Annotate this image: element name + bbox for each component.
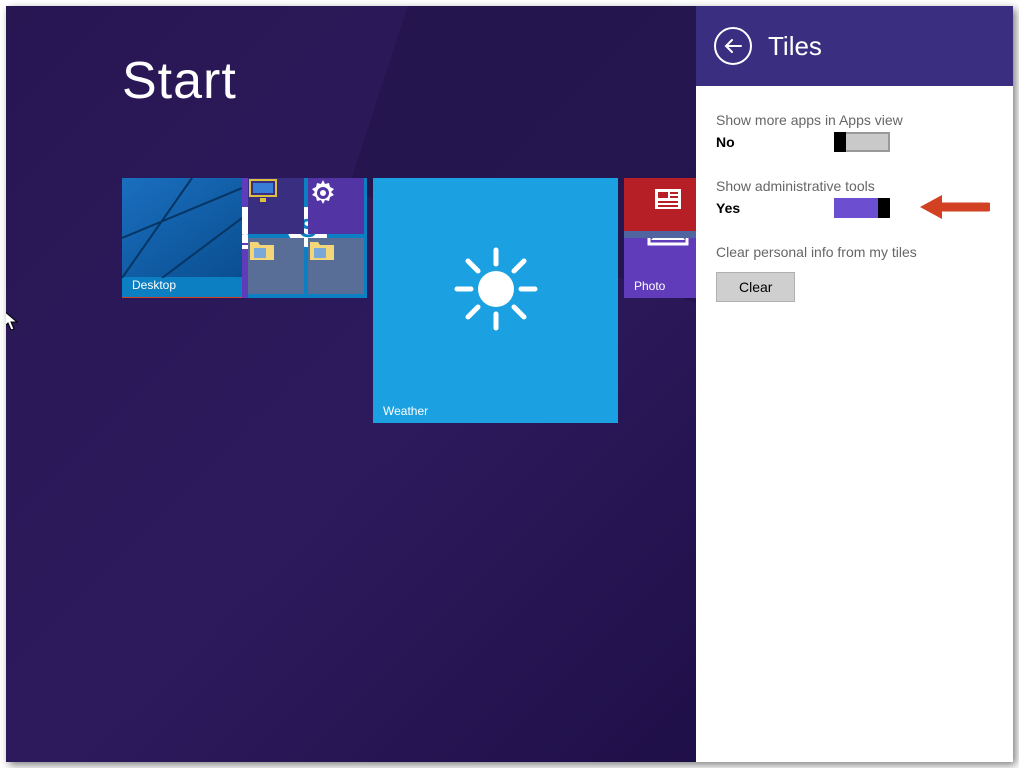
panel-title: Tiles (768, 31, 822, 62)
gear-icon (308, 178, 364, 213)
tile-weather[interactable]: Weather (373, 178, 618, 423)
tile-pc-settings[interactable] (248, 178, 304, 234)
tile-weather-label: Weather (383, 404, 428, 418)
small-tile-group-1 (248, 178, 367, 294)
arrow-left-icon (724, 39, 742, 53)
monitor-icon (248, 178, 304, 209)
back-button[interactable] (714, 27, 752, 65)
tile-news[interactable] (624, 178, 696, 231)
sun-icon (373, 178, 618, 399)
setting-more-apps-caption: Show more apps in Apps view (716, 112, 993, 128)
toggle-more-apps[interactable] (834, 132, 890, 152)
tile-desktop-label: Desktop (132, 278, 176, 292)
toggle-admin-tools[interactable] (834, 198, 890, 218)
desktop-icon (122, 178, 242, 277)
setting-admin-tools: Show administrative tools Yes (716, 178, 993, 218)
setting-more-apps: Show more apps in Apps view No (716, 112, 993, 152)
tile-folder-1[interactable] (248, 238, 304, 294)
setting-admin-tools-caption: Show administrative tools (716, 178, 993, 194)
tile-desktop[interactable]: Desktop (122, 178, 242, 297)
setting-admin-tools-value: Yes (716, 200, 806, 216)
tile-settings[interactable] (308, 178, 364, 234)
folder-icon (248, 238, 304, 267)
setting-clear-info: Clear personal info from my tiles Clear (716, 244, 993, 302)
setting-clear-info-caption: Clear personal info from my tiles (716, 244, 993, 260)
news-icon (624, 178, 696, 211)
tile-folder-2[interactable] (308, 238, 364, 294)
start-screen: Start Mail (6, 6, 696, 762)
settings-panel: Tiles Show more apps in Apps view No Sho… (696, 6, 1013, 762)
tile-photos-label: Photo (634, 279, 665, 293)
cursor-icon (6, 310, 21, 332)
setting-more-apps-value: No (716, 134, 806, 150)
start-title: Start (122, 51, 237, 111)
panel-header: Tiles (696, 6, 1013, 86)
clear-button[interactable]: Clear (716, 272, 795, 302)
folder-icon (308, 238, 364, 267)
panel-body: Show more apps in Apps view No Show admi… (696, 86, 1013, 302)
